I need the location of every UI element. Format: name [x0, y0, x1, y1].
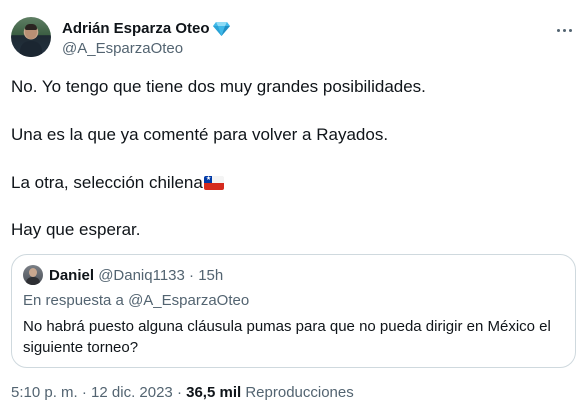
quoted-author-handle: @Daniq1133	[98, 267, 185, 284]
tweet-text-segment: La otra, selección chilena	[11, 173, 203, 192]
author-avatar[interactable]	[11, 17, 51, 57]
tweet-time[interactable]: 5:10 p. m.	[11, 384, 78, 401]
author-handle[interactable]: @A_EsparzaOteo	[62, 40, 230, 57]
quoted-reply-context: En respuesta a @A_EsparzaOteo	[23, 292, 250, 309]
quoted-timestamp: 15h	[198, 267, 224, 284]
tweet-text-line: Una es la que ya comenté para volver a R…	[11, 125, 389, 144]
tweet-meta: 5:10 p. m. · 12 dic. 2023 · 36,5 mil Rep…	[11, 384, 354, 401]
author-info: Adrián Esparza Oteo @A_EsparzaOteo	[62, 19, 230, 57]
tweet-text-line: La otra, selección chilena ★	[11, 173, 224, 193]
more-options-icon[interactable]	[552, 22, 576, 38]
quoted-tweet-text: No habrá puesto alguna cláusula pumas pa…	[23, 318, 551, 356]
tweet-text-line: No. Yo tengo que tiene dos muy grandes p…	[11, 77, 426, 96]
tweet-text-line: Hay que esperar.	[11, 220, 141, 239]
diamond-badge-icon	[212, 21, 230, 36]
tweet-date[interactable]: 12 dic. 2023	[91, 384, 173, 401]
author-display-name[interactable]: Adrián Esparza Oteo	[62, 20, 210, 37]
views-label: Reproducciones	[245, 384, 354, 401]
separator: ·	[184, 267, 199, 284]
tweet-card: Adrián Esparza Oteo @A_EsparzaOteo No. Y…	[0, 0, 587, 410]
separator: ·	[77, 384, 92, 401]
quoted-author-avatar	[23, 265, 43, 285]
quoted-author-name: Daniel	[49, 267, 95, 284]
chile-flag-icon: ★	[203, 176, 224, 190]
quoted-tweet-header: Daniel @Daniq1133 · 15h	[49, 267, 223, 284]
separator: ·	[172, 384, 187, 401]
view-count: 36,5 mil	[186, 384, 242, 401]
quoted-tweet[interactable]: Daniel @Daniq1133 · 15h En respuesta a @…	[11, 254, 576, 368]
